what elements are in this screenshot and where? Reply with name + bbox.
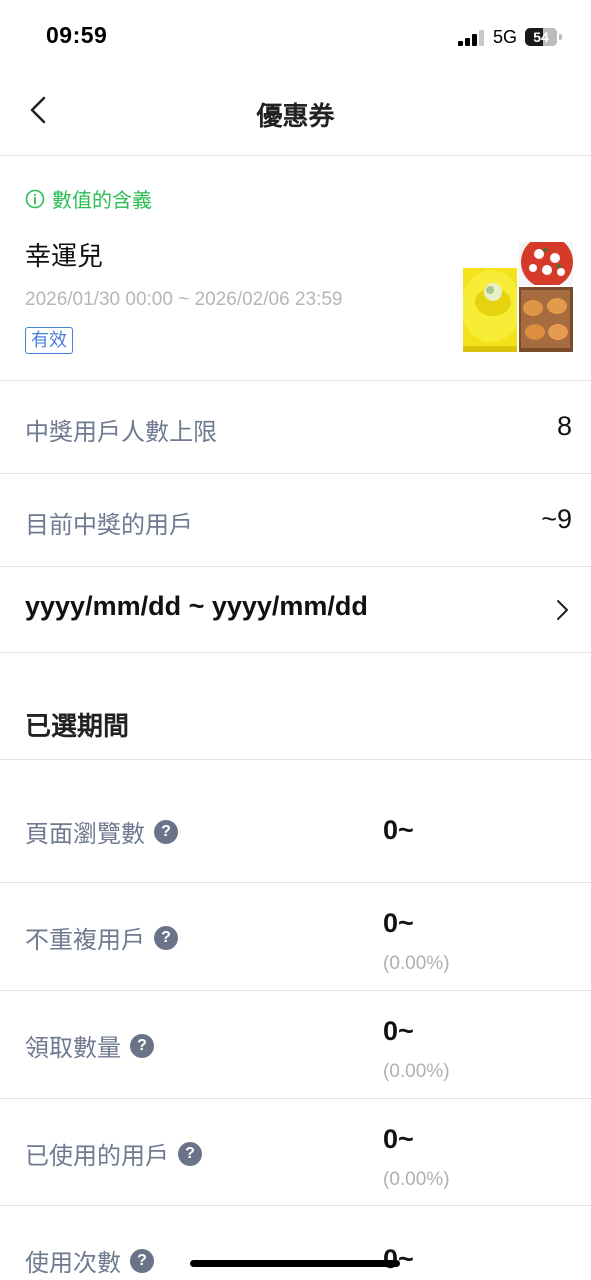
battery-icon: 54 xyxy=(525,28,562,46)
metric-value: 0~ xyxy=(383,815,414,845)
coupon-image xyxy=(463,242,573,352)
status-time: 09:59 xyxy=(46,22,108,48)
chevron-right-icon xyxy=(557,600,568,620)
metric-percent: (0.00%) xyxy=(383,1061,450,1082)
metric-percent: (0.00%) xyxy=(383,1169,450,1190)
help-icon[interactable]: ? xyxy=(178,1141,202,1166)
metric-label: 已使用的用戶 ? xyxy=(25,1136,202,1171)
help-icon[interactable]: ? xyxy=(154,925,178,950)
metric-label-text: 已使用的用戶 xyxy=(25,1142,169,1170)
metric-value: 0~ xyxy=(383,1016,414,1046)
home-indicator[interactable] xyxy=(190,1260,400,1267)
metric-label: 使用次數 ? xyxy=(25,1243,154,1278)
signal-icon xyxy=(458,30,486,46)
network-type: 5G xyxy=(493,27,518,47)
metric-row: 頁面瀏覽數 ? 0~ xyxy=(0,760,591,883)
winner-limit-label: 中獎用戶人數上限 xyxy=(25,418,217,446)
metric-label-text: 頁面瀏覽數 xyxy=(25,820,145,848)
metric-row: 不重複用戶 ? 0~ (0.00%) xyxy=(0,883,591,991)
metric-row: 領取數量 ? 0~ (0.00%) xyxy=(0,991,591,1099)
metric-value: 0~ xyxy=(383,1124,414,1154)
info-circle-icon xyxy=(25,189,45,208)
winner-limit-value: 8 xyxy=(556,411,572,441)
status-bar: 09:59 5G 54 xyxy=(0,0,591,70)
metric-label-text: 不重複用戶 xyxy=(25,926,145,954)
help-icon[interactable]: ? xyxy=(130,1033,154,1058)
winner-limit-row: 中獎用戶人數上限 8 xyxy=(0,381,591,474)
metric-label: 不重複用戶 ? xyxy=(25,920,178,955)
current-winners-label: 目前中獎的用戶 xyxy=(25,511,193,539)
coupon-period: 2026/01/30 00:00 ~ 2026/02/06 23:59 xyxy=(25,289,343,310)
metric-row: 已使用的用戶 ? 0~ (0.00%) xyxy=(0,1099,591,1206)
metric-label-text: 領取數量 xyxy=(25,1034,121,1062)
date-range-selector[interactable]: yyyy/mm/dd ~ yyyy/mm/dd xyxy=(0,567,591,653)
section-header xyxy=(0,653,591,760)
metric-label: 頁面瀏覽數 ? xyxy=(25,814,178,849)
value-meaning-label: 數值的含義 xyxy=(52,188,152,212)
coupon-name: 幸運兒 xyxy=(25,242,104,272)
page-title: 優惠券 xyxy=(256,102,335,132)
metric-row: 使用次數 ? 0~ xyxy=(0,1206,591,1280)
current-winners-value: ~9 xyxy=(541,504,572,534)
battery-level: 54 xyxy=(533,29,549,45)
metric-value: 0~ xyxy=(383,908,414,938)
metric-percent: (0.00%) xyxy=(383,953,450,974)
date-range-value: yyyy/mm/dd ~ yyyy/mm/dd xyxy=(25,591,368,621)
status-badge: 有效 xyxy=(25,327,73,354)
metric-label: 領取數量 ? xyxy=(25,1028,154,1063)
value-meaning-link[interactable]: 數值的含義 xyxy=(25,184,152,213)
help-icon[interactable]: ? xyxy=(154,819,178,844)
metric-label-text: 使用次數 xyxy=(25,1249,121,1277)
coupon-summary: 數值的含義 幸運兒 2026/01/30 00:00 ~ 2026/02/06 … xyxy=(0,156,591,381)
nav-header: 優惠券 xyxy=(0,70,591,156)
current-winners-row: 目前中獎的用戶 ~9 xyxy=(0,474,591,567)
help-icon[interactable]: ? xyxy=(130,1248,154,1273)
